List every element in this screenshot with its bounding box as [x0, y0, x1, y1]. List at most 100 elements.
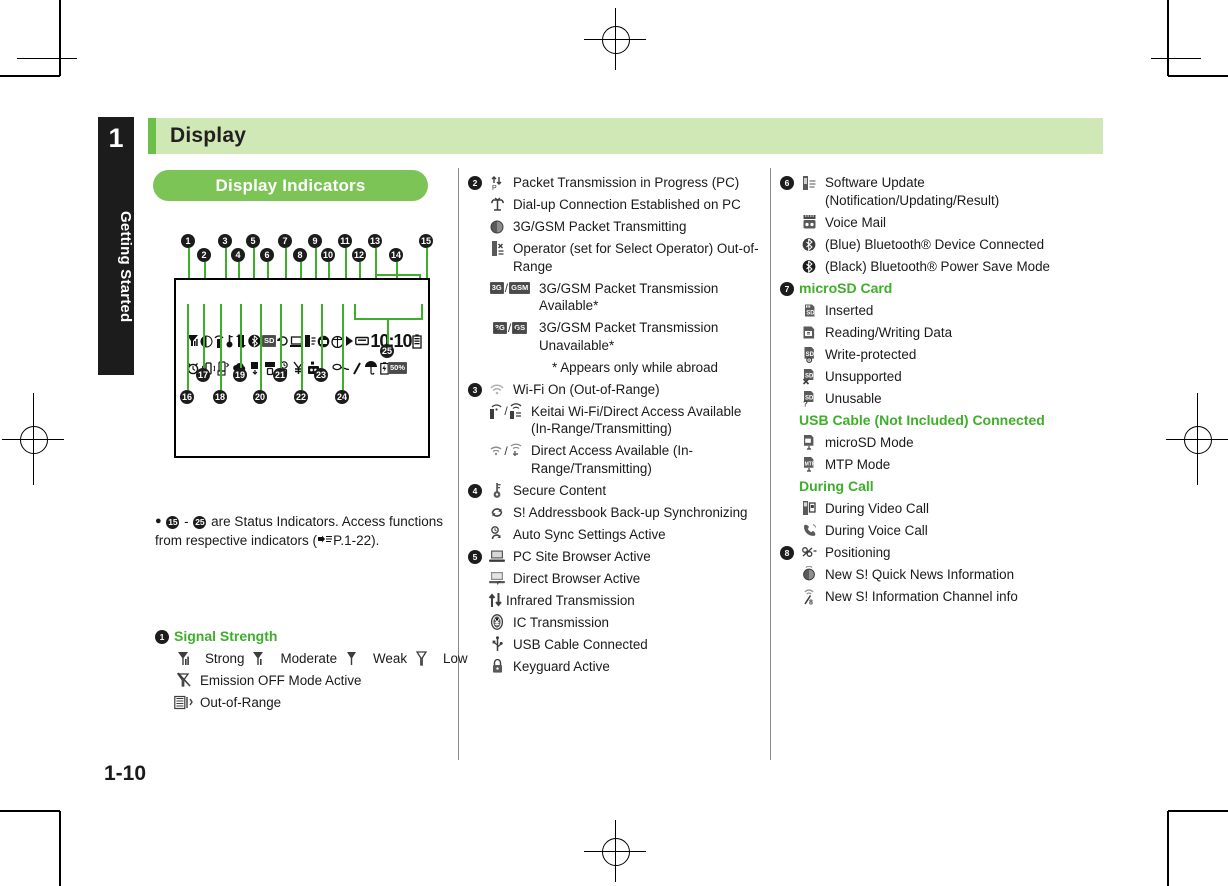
addressbook-sync-icon	[487, 504, 507, 521]
3g-gsm-unavailable-icon: 3G ✕ / GS ✕	[492, 320, 528, 335]
signal-strength-levels-row: Strong Moderate Weak Low	[174, 650, 468, 667]
dialup-pc-label: Dial-up Connection Established on PC	[513, 197, 741, 212]
ic-transmission-icon	[487, 614, 507, 631]
software-update-label: Software Update (Notification/Updating/R…	[825, 175, 1000, 208]
keyguard-icon	[487, 658, 507, 675]
entry-keitai-wifi: / Keitai Wi-Fi/Direct Access Available (…	[468, 403, 764, 438]
operator-out-of-range-icon	[487, 240, 507, 257]
usb-microsd-mode-icon	[799, 434, 819, 451]
software-update-icon	[799, 174, 819, 191]
direct-browser-icon	[487, 570, 507, 587]
entry-auto-sync: Auto Sync Settings Active	[468, 525, 764, 544]
out-of-range-icon	[174, 694, 194, 711]
entry-quick-news: New S! Quick News Information	[780, 566, 1080, 584]
callout-5: 5	[246, 234, 260, 284]
info-channel-icon: 8	[799, 588, 819, 605]
group-number-5: 5	[468, 549, 482, 564]
out-of-range-label: Out-of-Range	[200, 694, 282, 710]
callout-11: 11	[338, 234, 352, 284]
voice-call-label: During Voice Call	[825, 522, 928, 538]
group-heading-microsd: 7 microSD Card	[780, 280, 1080, 298]
out-of-range-row: Out-of-Range	[174, 694, 445, 712]
signal-low-label: Low	[443, 651, 468, 666]
umbrella-icon	[364, 361, 378, 375]
packet-pc-label: Packet Transmission in Progress (PC)	[513, 175, 740, 190]
entry-infrared: Infrared Transmission	[468, 592, 764, 610]
group-number-2: 2	[468, 176, 482, 190]
3g-gsm-unavailable-label: 3G/GSM Packet Transmission Unavailable*	[539, 320, 719, 353]
keitai-wifi-icon: /	[487, 403, 525, 420]
callout-3: 3	[218, 234, 232, 284]
chapter-number: 1	[108, 123, 124, 153]
entry-pc-site-browser: 5 PC Site Browser Active	[468, 548, 764, 566]
video-call-icon	[799, 500, 819, 517]
svg-text:MTP: MTP	[805, 461, 816, 467]
manual-page: 1 Getting Started Display Display Indica…	[0, 0, 1228, 886]
registration-mark-top	[584, 8, 646, 70]
page-number: 1-10	[104, 762, 147, 785]
section-heading: Display Indicators	[153, 170, 428, 201]
quick-news-icon	[799, 566, 819, 583]
direct-browser-label: Direct Browser Active	[513, 570, 641, 586]
registration-mark-right	[1166, 393, 1228, 485]
globe-packet-icon	[487, 218, 507, 235]
keyguard-label: Keyguard Active	[513, 658, 610, 674]
3g-gsm-available-icon: 3G / GSM	[489, 281, 531, 295]
entry-microsd-write-protected: SD Write-protected	[780, 346, 1080, 364]
battery-percent-icon: 50%	[380, 361, 408, 375]
registration-mark-left	[2, 393, 64, 485]
callout-7: 7	[278, 234, 292, 284]
group-heading-label: Signal Strength	[174, 628, 278, 644]
microsd-reading-icon	[799, 324, 819, 341]
entry-microsd-unsupported: SD Unsupported	[780, 368, 1080, 386]
entry-usb-mtp-mode: MTP MTP Mode	[780, 456, 1080, 474]
callout-19: 19	[233, 304, 247, 382]
entry-bluetooth-blue: (Blue) Bluetooth® Device Connected	[780, 236, 1080, 254]
envelope-icon	[355, 336, 370, 346]
subheading-usb-cable-connected: USB Cable (Not Included) Connected	[780, 412, 1080, 430]
signal-strong-label: Strong	[205, 651, 245, 666]
operator-out-of-range-label: Operator (set for Select Operator) Out-o…	[513, 241, 759, 274]
usb-cable-icon	[487, 636, 507, 653]
group-number-8: 8	[780, 545, 794, 560]
direct-access-icon: /	[487, 442, 525, 459]
emission-off-label: Emission OFF Mode Active	[200, 672, 362, 688]
entry-software-update: 6 Software Update (Notification/Updating…	[780, 174, 1080, 209]
svg-text:P: P	[492, 185, 497, 191]
note-text-end: ).	[371, 533, 380, 548]
entry-microsd-reading: Reading/Writing Data	[780, 324, 1080, 342]
addressbook-sync-label: S! Addressbook Back-up Synchronizing	[513, 504, 748, 520]
entry-packet-pc: 2 P Packet Transmission in Progress (PC)	[468, 174, 764, 192]
usb-mtp-mode-icon: MTP	[799, 456, 819, 473]
emission-off-icon	[174, 672, 194, 689]
battery-icon	[412, 333, 423, 349]
positioning-icon	[799, 544, 819, 561]
direct-access-label: Direct Access Available (In-Range/Transm…	[531, 443, 693, 476]
subheading-during-call: During Call	[780, 478, 1080, 496]
entry-wifi-on: 3 Wi-Fi On (Out-of-Range)	[468, 381, 764, 399]
microsd-write-protected-icon: SD	[799, 346, 819, 363]
signal-low-icon	[412, 650, 432, 667]
bluetooth-blue-icon	[799, 236, 819, 253]
video-call-label: During Video Call	[825, 500, 929, 516]
entry-microsd-unusable: SD? Unusable	[780, 390, 1080, 408]
pc-site-browser-label: PC Site Browser Active	[513, 548, 651, 564]
group-number-7: 7	[780, 281, 794, 296]
callout-22: 22	[294, 304, 308, 404]
entry-info-channel: 8 New S! Information Channel info	[780, 588, 1080, 606]
microsd-unusable-icon: SD?	[799, 390, 819, 407]
registration-mark-bottom	[584, 820, 646, 882]
keitai-wifi-label: Keitai Wi-Fi/Direct Access Available (In…	[531, 403, 742, 437]
callout-16: 16	[180, 304, 194, 404]
entry-3g-gsm-unavailable: 3G ✕ / GS ✕ 3G/GSM Packet Transmission Unava…	[468, 319, 764, 354]
callout-1: 1	[181, 234, 195, 284]
callout-15: 15	[419, 234, 433, 284]
chapter-tab: 1 Getting Started	[98, 117, 134, 375]
wifi-on-label: Wi-Fi On (Out-of-Range)	[513, 381, 660, 397]
entry-3g-gsm-available: 3G / GSM 3G/GSM Packet Transmission Availa…	[468, 280, 764, 315]
signal-strong-icon	[174, 650, 194, 667]
infrared-icon	[487, 592, 503, 609]
auto-sync-label: Auto Sync Settings Active	[513, 526, 666, 542]
right-indicator-column: 6 Software Update (Notification/Updating…	[780, 174, 1080, 610]
auto-sync-icon	[487, 525, 507, 543]
